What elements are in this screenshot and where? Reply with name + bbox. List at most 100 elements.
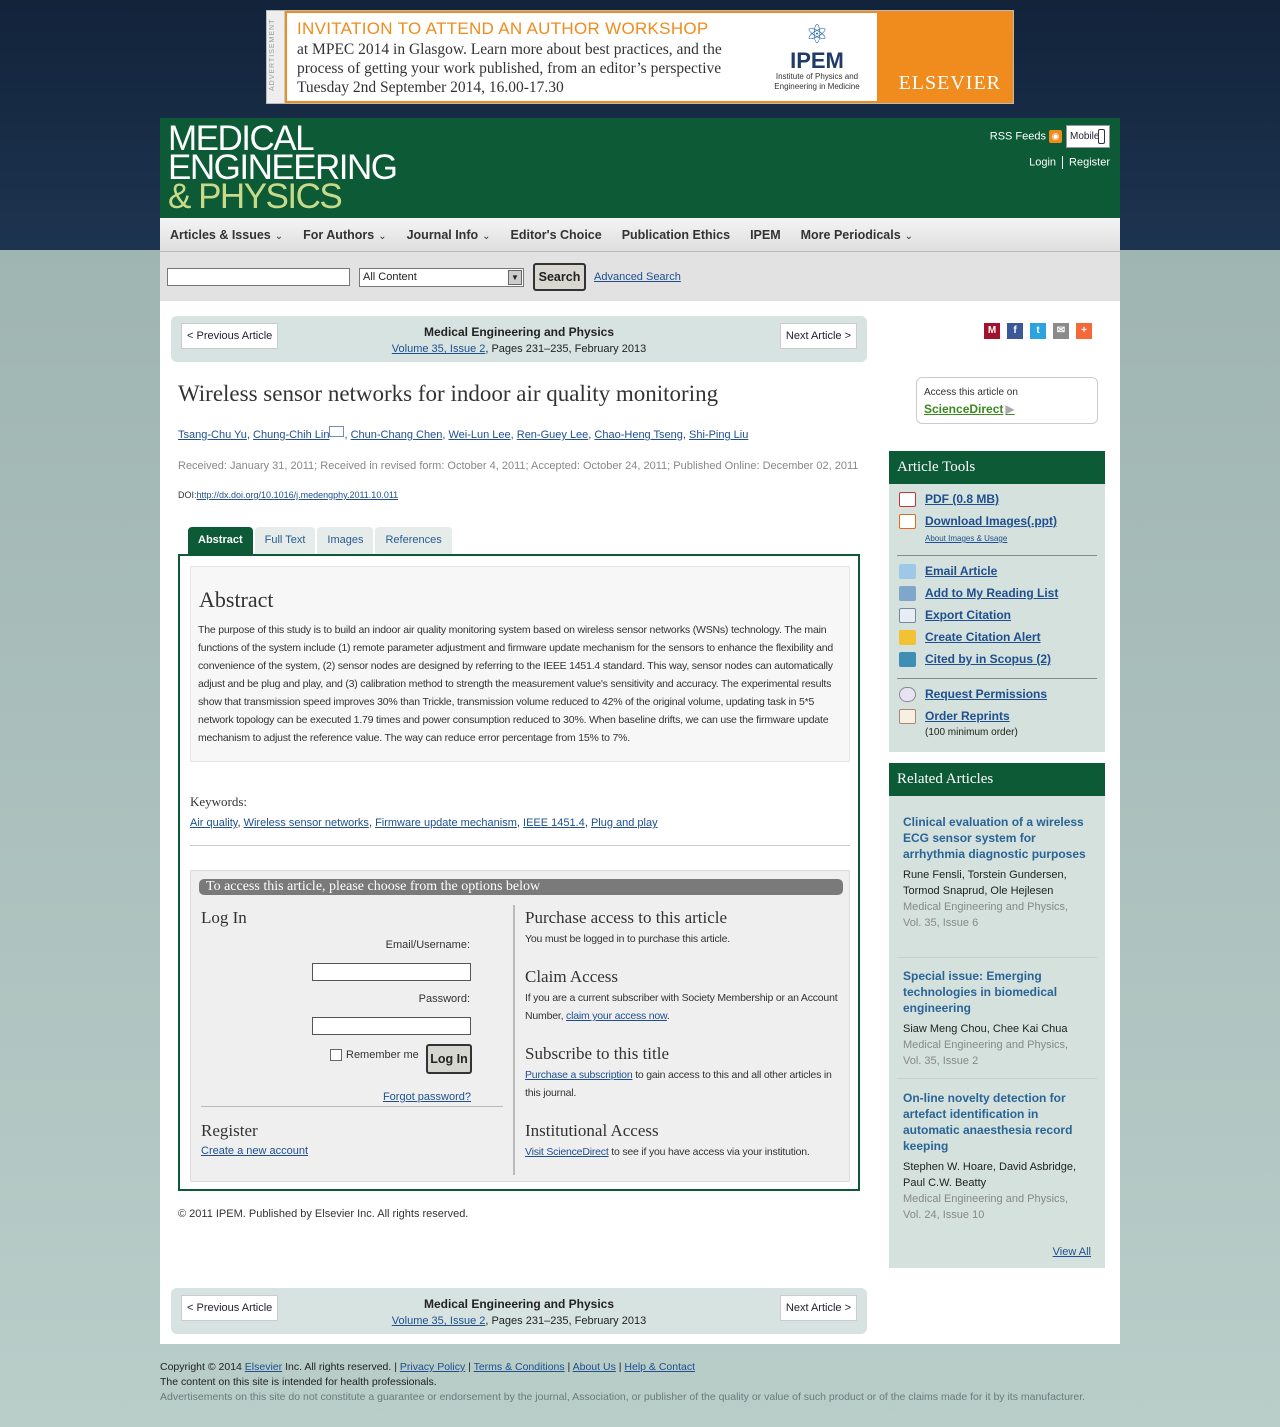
main-content: < Previous Article Medical Engineering a… bbox=[160, 301, 1120, 1344]
footer-copyright-line: Copyright © 2014 Elsevier Inc. All right… bbox=[160, 1361, 696, 1373]
nav-ipem[interactable]: IPEM bbox=[750, 228, 781, 242]
footer-disclaimer: Advertisements on this site do not const… bbox=[160, 1391, 1086, 1403]
tab-full-text[interactable]: Full Text bbox=[254, 527, 316, 554]
nav-more-periodicals[interactable]: More Periodicals ⌄ bbox=[801, 228, 913, 242]
login-heading: Log In bbox=[201, 908, 247, 927]
about-us-link[interactable]: About Us bbox=[573, 1361, 616, 1373]
author-link[interactable]: Ren-Guey Lee bbox=[517, 429, 589, 441]
rss-feeds-link[interactable]: RSS Feeds ◉ bbox=[990, 130, 1062, 143]
separator bbox=[1062, 156, 1064, 169]
facebook-icon[interactable]: f bbox=[1007, 323, 1023, 339]
tab-abstract[interactable]: Abstract bbox=[188, 527, 253, 554]
keyword-list: Air quality, Wireless sensor networks, F… bbox=[190, 817, 658, 829]
register-link[interactable]: Register bbox=[1069, 156, 1110, 168]
journal-name: Medical Engineering and Physics bbox=[423, 325, 615, 339]
login-button[interactable]: Log In bbox=[426, 1044, 472, 1074]
doi: DOI:http://dx.doi.org/10.1016/j.medengph… bbox=[178, 490, 399, 500]
author-link[interactable]: Shi-Ping Liu bbox=[689, 429, 748, 441]
related-article-journal: Medical Engineering and Physics, Vol. 35… bbox=[903, 1039, 1069, 1067]
sciencedirect-link[interactable]: ScienceDirect ▶ bbox=[924, 402, 1015, 416]
keyword-link[interactable]: Wireless sensor networks bbox=[244, 817, 369, 829]
claim-access-link[interactable]: claim your access now bbox=[566, 1010, 667, 1022]
search-button[interactable]: Search bbox=[533, 263, 586, 291]
author-link[interactable]: Wei-Lun Lee bbox=[448, 429, 510, 441]
remember-me-checkbox[interactable] bbox=[330, 1049, 342, 1061]
password-field[interactable] bbox=[312, 1017, 471, 1035]
email-share-icon[interactable]: ✉ bbox=[1053, 323, 1069, 339]
email-author-icon[interactable] bbox=[329, 426, 345, 437]
tab-images[interactable]: Images bbox=[317, 527, 374, 554]
volume-link[interactable]: Volume 35, Issue 2 bbox=[392, 343, 486, 355]
forgot-password-link[interactable]: Forgot password? bbox=[383, 1091, 471, 1103]
view-all-link[interactable]: View All bbox=[1053, 1246, 1091, 1258]
article-tools-heading: Article Tools bbox=[889, 451, 1105, 484]
mobile-button[interactable]: Mobile bbox=[1066, 125, 1110, 148]
related-article-title[interactable]: On-line novelty detection for artefact i… bbox=[903, 1090, 1088, 1154]
journal-logo[interactable]: MEDICAL ENGINEERING & PHYSICS bbox=[168, 121, 398, 214]
author-link[interactable]: Chung-Chih Lin bbox=[253, 429, 329, 441]
privacy-policy-link[interactable]: Privacy Policy bbox=[400, 1361, 465, 1373]
related-article-title[interactable]: Special issue: Emerging technologies in … bbox=[903, 968, 1088, 1016]
keywords-label: Keywords: bbox=[190, 794, 248, 809]
mendeley-icon[interactable]: M bbox=[984, 323, 1000, 339]
share-toolbar: M f t ✉ + bbox=[984, 323, 1099, 339]
sciencedirect-box[interactable]: Access this article on ScienceDirect ▶ bbox=[916, 377, 1098, 424]
divider bbox=[190, 845, 850, 846]
nav-for-authors[interactable]: For Authors ⌄ bbox=[303, 228, 386, 242]
elsevier-link[interactable]: Elsevier bbox=[245, 1361, 282, 1373]
issue-info: Medical Engineering and Physics Volume 3… bbox=[391, 1297, 647, 1327]
ad-frame[interactable]: INVITATION TO ATTEND AN AUTHOR WORKSHOP … bbox=[285, 11, 1013, 103]
advertisement-banner[interactable]: ADVERTISEMENT INVITATION TO ATTEND AN AU… bbox=[266, 10, 1014, 104]
issue-info: Medical Engineering and Physics Volume 3… bbox=[391, 325, 647, 355]
next-article-button[interactable]: Next Article > bbox=[779, 1295, 857, 1321]
author-link[interactable]: Chun-Chang Chen bbox=[351, 429, 443, 441]
article-copyright: © 2011 IPEM. Published by Elsevier Inc. … bbox=[178, 1208, 469, 1220]
email-field[interactable] bbox=[312, 963, 471, 981]
related-article-authors: Rune Fensli, Torstein Gundersen, Tormod … bbox=[903, 869, 1067, 897]
nav-editors-choice[interactable]: Editor's Choice bbox=[511, 228, 602, 242]
reprints-icon bbox=[899, 709, 916, 724]
about-images-link[interactable]: About Images & Usage bbox=[925, 534, 1007, 543]
advanced-search-link[interactable]: Advanced Search bbox=[594, 271, 681, 283]
export-icon bbox=[899, 608, 916, 623]
keyword-link[interactable]: Plug and play bbox=[591, 817, 658, 829]
elsevier-logo: ELSEVIER bbox=[877, 13, 1011, 101]
author-link[interactable]: Tsang-Chu Yu bbox=[178, 429, 247, 441]
tab-references[interactable]: References bbox=[375, 527, 452, 554]
search-input[interactable] bbox=[167, 268, 350, 286]
author-link[interactable]: Chao-Heng Tseng bbox=[594, 429, 682, 441]
help-contact-link[interactable]: Help & Contact bbox=[624, 1361, 695, 1373]
claim-access-heading: Claim Access bbox=[525, 967, 619, 986]
article-title: Wireless sensor networks for indoor air … bbox=[178, 381, 719, 406]
abstract-section: Abstract The purpose of this study is to… bbox=[190, 566, 850, 762]
nav-journal-info[interactable]: Journal Info ⌄ bbox=[407, 228, 491, 242]
related-articles-panel: Related Articles Clinical evaluation of … bbox=[889, 763, 1105, 1268]
register-heading: Register bbox=[201, 1121, 258, 1140]
keyword-link[interactable]: IEEE 1451.4 bbox=[523, 817, 585, 829]
addthis-icon[interactable]: + bbox=[1076, 323, 1092, 339]
search-scope-select[interactable]: All Content ▼ bbox=[359, 268, 524, 287]
create-account-link[interactable]: Create a new account bbox=[201, 1145, 308, 1157]
next-article-button[interactable]: Next Article > bbox=[779, 323, 857, 349]
abstract-text: The purpose of this study is to build an… bbox=[198, 624, 834, 744]
purchase-subscription-link[interactable]: Purchase a subscription bbox=[525, 1069, 633, 1081]
reading-list-icon bbox=[899, 586, 916, 601]
site-footer: Copyright © 2014 Elsevier Inc. All right… bbox=[160, 1360, 1120, 1405]
login-link[interactable]: Login bbox=[1029, 156, 1056, 168]
ad-title: INVITATION TO ATTEND AN AUTHOR WORKSHOP bbox=[297, 19, 709, 38]
institutional-access-text: Visit ScienceDirect to see if you have a… bbox=[525, 1146, 810, 1158]
terms-link[interactable]: Terms & Conditions bbox=[474, 1361, 565, 1373]
search-bar: All Content ▼ Search Advanced Search bbox=[160, 252, 1120, 301]
keyword-link[interactable]: Air quality bbox=[190, 817, 237, 829]
nav-publication-ethics[interactable]: Publication Ethics bbox=[622, 228, 730, 242]
twitter-icon[interactable]: t bbox=[1030, 323, 1046, 339]
nav-articles-issues[interactable]: Articles & Issues ⌄ bbox=[170, 228, 283, 242]
doi-link[interactable]: http://dx.doi.org/10.1016/j.medengphy.20… bbox=[197, 490, 399, 500]
related-article-journal: Medical Engineering and Physics, Vol. 35… bbox=[903, 901, 1069, 929]
related-article-title[interactable]: Clinical evaluation of a wireless ECG se… bbox=[903, 814, 1088, 862]
mobile-phone-icon bbox=[1098, 129, 1105, 144]
keyword-link[interactable]: Firmware update mechanism bbox=[375, 817, 517, 829]
purchase-text: You must be logged in to purchase this a… bbox=[525, 933, 731, 945]
visit-sciencedirect-link[interactable]: Visit ScienceDirect bbox=[525, 1146, 609, 1158]
volume-link[interactable]: Volume 35, Issue 2 bbox=[392, 1315, 486, 1327]
